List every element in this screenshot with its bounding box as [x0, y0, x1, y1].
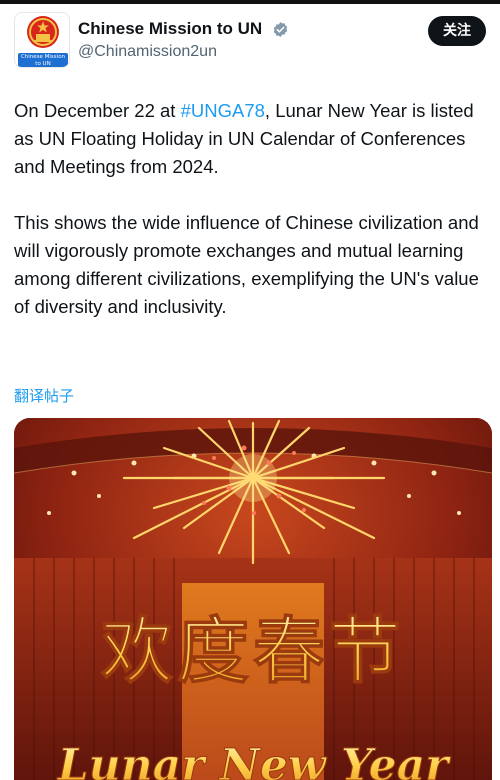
avatar-caption: Chinese Mission to UN: [18, 53, 68, 67]
verified-badge-icon: [273, 21, 287, 37]
post-media-image[interactable]: 欢度春节 Lunar New Year: [14, 418, 492, 780]
english-title-text: Lunar New Year: [56, 740, 451, 780]
author-names: Chinese Mission to UN @Chinamission2un: [78, 18, 289, 62]
translate-post-link[interactable]: 翻译帖子: [14, 385, 74, 406]
chinese-title-text: 欢度春节: [100, 608, 405, 693]
emblem-icon: [27, 16, 59, 48]
post-paragraph-2: This shows the wide influence of Chinese…: [14, 212, 479, 317]
post-paragraph-1: On December 22 at #UNGA78, Lunar New Yea…: [14, 97, 486, 181]
top-edge-strip: [0, 0, 500, 4]
post-header: Chinese Mission to UN Chinese Mission to…: [14, 12, 486, 72]
post-body: On December 22 at #UNGA78, Lunar New Yea…: [14, 97, 486, 321]
handle[interactable]: @Chinamission2un: [78, 42, 289, 62]
display-name[interactable]: Chinese Mission to UN: [78, 18, 262, 40]
avatar[interactable]: Chinese Mission to UN: [14, 12, 70, 68]
post-text-part: On December 22 at: [14, 100, 181, 121]
hashtag-link[interactable]: #UNGA78: [181, 100, 265, 121]
follow-button[interactable]: 关注: [428, 16, 486, 46]
